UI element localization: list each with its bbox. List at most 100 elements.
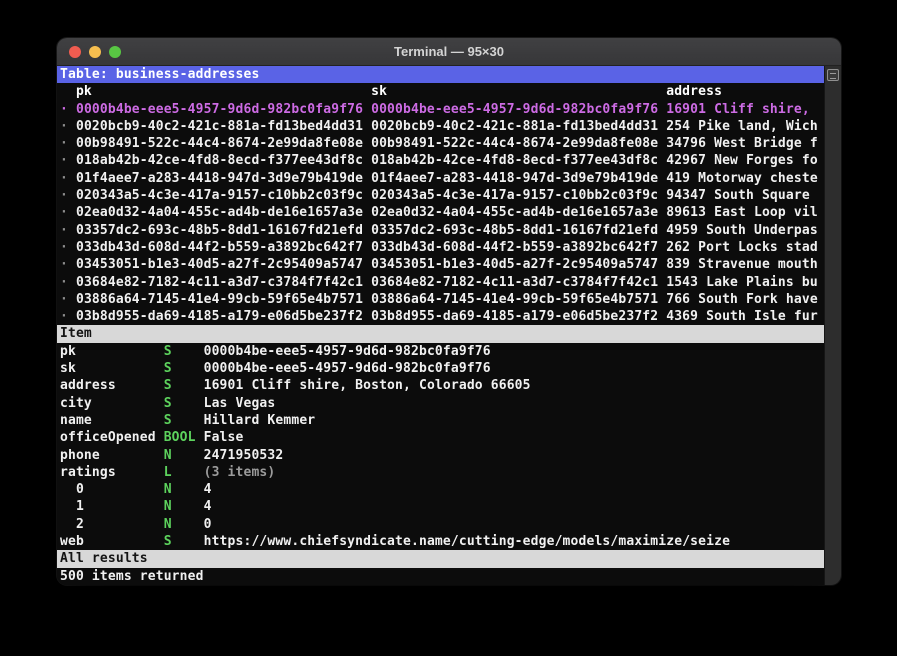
item-attribute-row: 2 N 0 [57,516,824,533]
traffic-lights [69,45,121,58]
row-bullet-icon: · [60,257,68,273]
row-bullet-icon: · [60,309,68,325]
attribute-name: phone [60,447,164,463]
table-row[interactable]: · 03357dc2-693c-48b5-8dd1-16167fd21efd 0… [57,222,824,239]
row-text: 0020bcb9-40c2-421c-881a-fd13bed4dd31 002… [67,118,818,134]
table-row[interactable]: · 03453051-b1e3-40d5-a27f-2c95409a5747 0… [57,256,824,273]
table-row[interactable]: · 033db43d-608d-44f2-b559-a3892bc642f7 0… [57,239,824,256]
row-text: 03b8d955-da69-4185-a179-e06d5be237f2 03b… [67,309,818,325]
scrollbar[interactable] [824,66,841,585]
row-bullet-icon: · [60,205,68,221]
attribute-type: N [163,516,204,532]
row-text: 03684e82-7182-4c11-a3d7-c3784f7f42c1 036… [67,274,818,290]
row-bullet-icon: · [60,239,68,255]
titlebar[interactable]: Terminal — 95×30 [57,38,841,66]
attribute-value: 0000b4be-eee5-4957-9d6d-982bc0fa9f76 [203,361,491,377]
attribute-name: sk [60,361,164,377]
attribute-name: web [60,534,164,550]
item-attribute-row: officeOpened BOOL False [57,429,824,446]
item-attribute-row: address S 16901 Cliff shire, Boston, Col… [57,377,824,394]
table-column-headers: pk sk address [60,84,723,100]
close-button[interactable] [69,45,81,58]
row-text: 018ab42b-42ce-4fd8-8ecd-f377ee43df8c 018… [67,153,818,169]
item-attribute-row: pk S 0000b4be-eee5-4957-9d6d-982bc0fa9f7… [57,343,824,360]
table-rows: · 0000b4be-eee5-4957-9d6d-982bc0fa9f76 0… [57,101,824,326]
zoom-button[interactable] [109,45,121,58]
attribute-name: ratings [60,464,164,480]
attribute-value: https://www.chiefsyndicate.name/cutting-… [203,534,731,550]
attribute-name: officeOpened [60,430,164,446]
attribute-type: S [163,378,204,394]
row-text: 03357dc2-693c-48b5-8dd1-16167fd21efd 033… [67,222,818,238]
attribute-value: False [203,430,244,446]
attribute-name: pk [60,343,164,359]
item-section-header: Item [57,325,824,343]
attribute-type: S [163,361,204,377]
table-row[interactable]: · 03886a64-7145-41e4-99cb-59f65e4b7571 0… [57,291,824,308]
attribute-value: 4 [203,482,212,498]
item-attributes: pk S 0000b4be-eee5-4957-9d6d-982bc0fa9f7… [57,343,824,551]
scrollbar-handle-icon[interactable] [827,69,839,81]
row-bullet-icon: · [60,101,68,117]
row-bullet-icon: · [60,136,68,152]
row-text: 01f4aee7-a283-4418-947d-3d9e79b419de 01f… [67,170,818,186]
attribute-name: 1 [60,499,164,515]
table-row[interactable]: · 018ab42b-42ce-4fd8-8ecd-f377ee43df8c 0… [57,152,824,169]
row-bullet-icon: · [60,222,68,238]
attribute-value: 2471950532 [203,447,284,463]
table-title-bar: Table: business-addresses [57,66,824,84]
item-attribute-row: name S Hillard Kemmer [57,412,824,429]
window-title: Terminal — 95×30 [394,44,504,59]
attribute-value: (3 items) [203,464,276,480]
table-row[interactable]: · 01f4aee7-a283-4418-947d-3d9e79b419de 0… [57,170,824,187]
item-attribute-row: ratings L (3 items) [57,464,824,481]
row-bullet-icon: · [60,291,68,307]
table-row[interactable]: · 020343a5-4c3e-417a-9157-c10bb2c03f9c 0… [57,187,824,204]
item-attribute-row: 0 N 4 [57,481,824,498]
row-text: 0000b4be-eee5-4957-9d6d-982bc0fa9f76 000… [67,101,810,117]
attribute-name: name [60,412,164,428]
attribute-value: Hillard Kemmer [203,412,316,428]
attribute-type: N [163,482,204,498]
row-bullet-icon: · [60,118,68,134]
attribute-value: 4 [203,499,212,515]
minimize-button[interactable] [89,45,101,58]
attribute-name: address [60,378,164,394]
item-attribute-row: city S Las Vegas [57,395,824,412]
table-row[interactable]: · 02ea0d32-4a04-455c-ad4b-de16e1657a3e 0… [57,204,824,221]
row-bullet-icon: · [60,274,68,290]
attribute-name: city [60,395,164,411]
attribute-type: S [163,412,204,428]
row-text: 033db43d-608d-44f2-b559-a3892bc642f7 033… [67,239,818,255]
row-bullet-icon: · [60,153,68,169]
attribute-value: Las Vegas [203,395,276,411]
row-text: 00b98491-522c-44c4-8674-2e99da8fe08e 00b… [67,136,818,152]
attribute-type: S [163,534,204,550]
tui-app: Table: business-addresses pk sk address … [57,66,824,585]
attribute-type: BOOL [163,430,204,446]
item-attribute-row: phone N 2471950532 [57,447,824,464]
attribute-type: S [163,343,204,359]
table-row[interactable]: · 0000b4be-eee5-4957-9d6d-982bc0fa9f76 0… [57,101,824,118]
item-attribute-row: 1 N 4 [57,498,824,515]
attribute-name: 0 [60,482,164,498]
attribute-type: N [163,499,204,515]
row-bullet-icon: · [60,170,68,186]
table-row[interactable]: · 03b8d955-da69-4185-a179-e06d5be237f2 0… [57,308,824,325]
table-row[interactable]: · 00b98491-522c-44c4-8674-2e99da8fe08e 0… [57,135,824,152]
attribute-type: L [163,464,204,480]
attribute-value: 16901 Cliff shire, Boston, Colorado 6660… [203,378,531,394]
row-bullet-icon: · [60,188,68,204]
table-row[interactable]: · 03684e82-7182-4c11-a3d7-c3784f7f42c1 0… [57,274,824,291]
row-text: 02ea0d32-4a04-455c-ad4b-de16e1657a3e 02e… [67,205,818,221]
attribute-name: 2 [60,516,164,532]
row-text: 03453051-b1e3-40d5-a27f-2c95409a5747 034… [67,257,818,273]
table-row[interactable]: · 0020bcb9-40c2-421c-881a-fd13bed4dd31 0… [57,118,824,135]
results-bar: All results [57,550,824,568]
attribute-value: 0 [203,516,212,532]
row-text: 03886a64-7145-41e4-99cb-59f65e4b7571 038… [67,291,818,307]
attribute-type: S [163,395,204,411]
row-text: 020343a5-4c3e-417a-9157-c10bb2c03f9c 020… [67,188,810,204]
attribute-value: 0000b4be-eee5-4957-9d6d-982bc0fa9f76 [203,343,491,359]
status-line: 500 items returned [60,568,204,584]
